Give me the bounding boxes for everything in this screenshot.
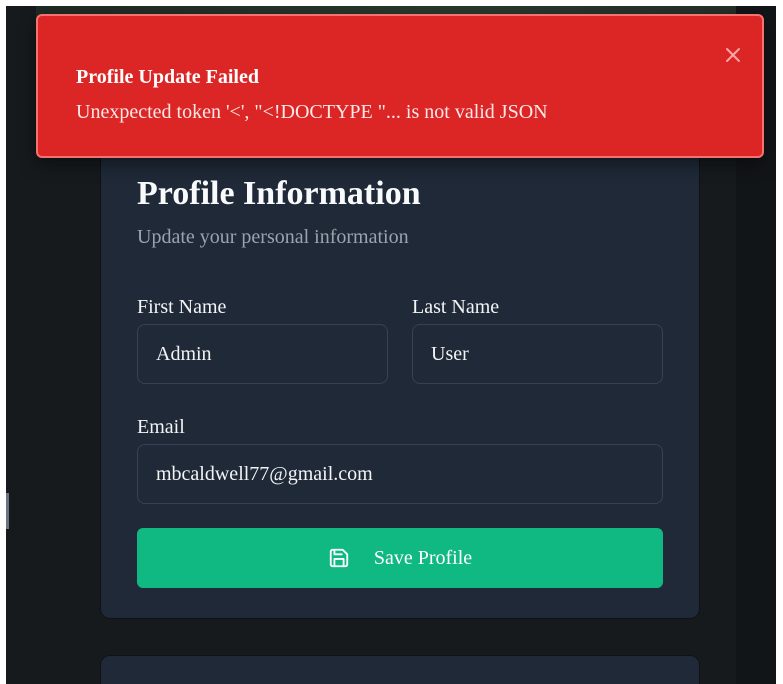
app-viewport: Profile Information Update your personal… <box>6 6 776 684</box>
next-card <box>100 655 700 684</box>
first-name-label: First Name <box>137 296 227 318</box>
card-title: Profile Information <box>137 175 421 212</box>
email-field[interactable]: mbcaldwell77@gmail.com <box>137 444 663 504</box>
toast-title: Profile Update Failed <box>76 66 259 88</box>
save-button-label: Save Profile <box>373 546 473 569</box>
email-label: Email <box>137 416 185 438</box>
card-subtitle: Update your personal information <box>137 226 409 248</box>
scroll-handle[interactable] <box>6 493 9 529</box>
last-name-field[interactable]: User <box>412 324 663 384</box>
error-toast: Profile Update Failed Unexpected token '… <box>36 14 764 158</box>
last-name-label: Last Name <box>412 296 500 318</box>
profile-information-card: Profile Information Update your personal… <box>100 126 700 619</box>
first-name-field[interactable]: Admin <box>137 324 388 384</box>
close-icon[interactable] <box>722 44 744 66</box>
toast-message: Unexpected token '<', "<!DOCTYPE "... is… <box>76 101 548 123</box>
save-profile-button[interactable]: Save Profile <box>137 528 663 588</box>
save-icon <box>328 547 350 569</box>
